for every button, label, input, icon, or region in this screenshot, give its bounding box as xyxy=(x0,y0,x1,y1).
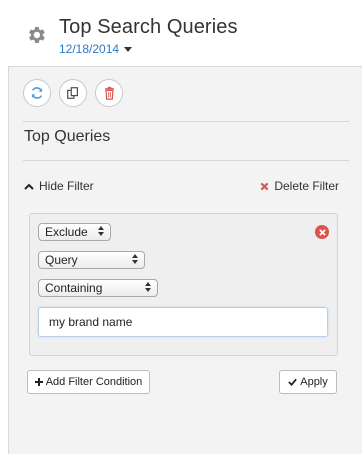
operator-select-value: Containing xyxy=(45,281,103,295)
mode-select-value: Exclude xyxy=(45,225,88,239)
chevron-down-icon xyxy=(124,47,133,52)
select-arrows-icon xyxy=(98,226,104,236)
add-filter-condition-label: Add Filter Condition xyxy=(45,376,143,388)
apply-label: Apply xyxy=(300,376,328,388)
page-header: Top Search Queries 12/18/2014 xyxy=(0,0,362,66)
refresh-button[interactable] xyxy=(23,79,51,107)
plus-icon xyxy=(34,378,43,386)
checkmark-icon xyxy=(288,378,298,386)
field-select-value: Query xyxy=(45,253,78,267)
gear-icon xyxy=(29,27,45,43)
query-panel: Top Queries Hide Filter Delete Filter Ex… xyxy=(8,66,362,454)
close-icon xyxy=(260,182,269,190)
filter-value-input[interactable] xyxy=(38,307,328,337)
filter-condition-box: Exclude Query Containing xyxy=(29,213,338,356)
divider xyxy=(23,121,349,122)
field-select[interactable]: Query xyxy=(38,251,145,269)
hide-filter-toggle[interactable]: Hide Filter xyxy=(24,179,94,193)
refresh-icon xyxy=(31,87,43,99)
mode-select[interactable]: Exclude xyxy=(38,223,111,241)
apply-button[interactable]: Apply xyxy=(279,370,337,394)
delete-filter-link[interactable]: Delete Filter xyxy=(260,179,339,193)
operator-select[interactable]: Containing xyxy=(38,279,158,297)
copy-button[interactable] xyxy=(59,79,87,107)
toolbar xyxy=(23,79,123,107)
trash-icon xyxy=(104,86,114,100)
section-title: Top Queries xyxy=(24,128,111,145)
divider xyxy=(23,160,349,161)
page-title: Top Search Queries xyxy=(59,16,238,38)
add-filter-condition-button[interactable]: Add Filter Condition xyxy=(27,370,150,394)
remove-condition-button[interactable] xyxy=(315,225,329,239)
date-selector[interactable]: 12/18/2014 xyxy=(59,42,133,56)
delete-filter-label: Delete Filter xyxy=(274,179,339,193)
chevron-up-icon xyxy=(24,183,34,190)
select-arrows-icon xyxy=(132,254,138,264)
hide-filter-label: Hide Filter xyxy=(39,179,94,193)
close-icon xyxy=(318,228,326,236)
delete-button[interactable] xyxy=(95,79,123,107)
copy-icon xyxy=(67,87,78,99)
select-arrows-icon xyxy=(145,282,151,292)
date-label: 12/18/2014 xyxy=(59,42,120,56)
